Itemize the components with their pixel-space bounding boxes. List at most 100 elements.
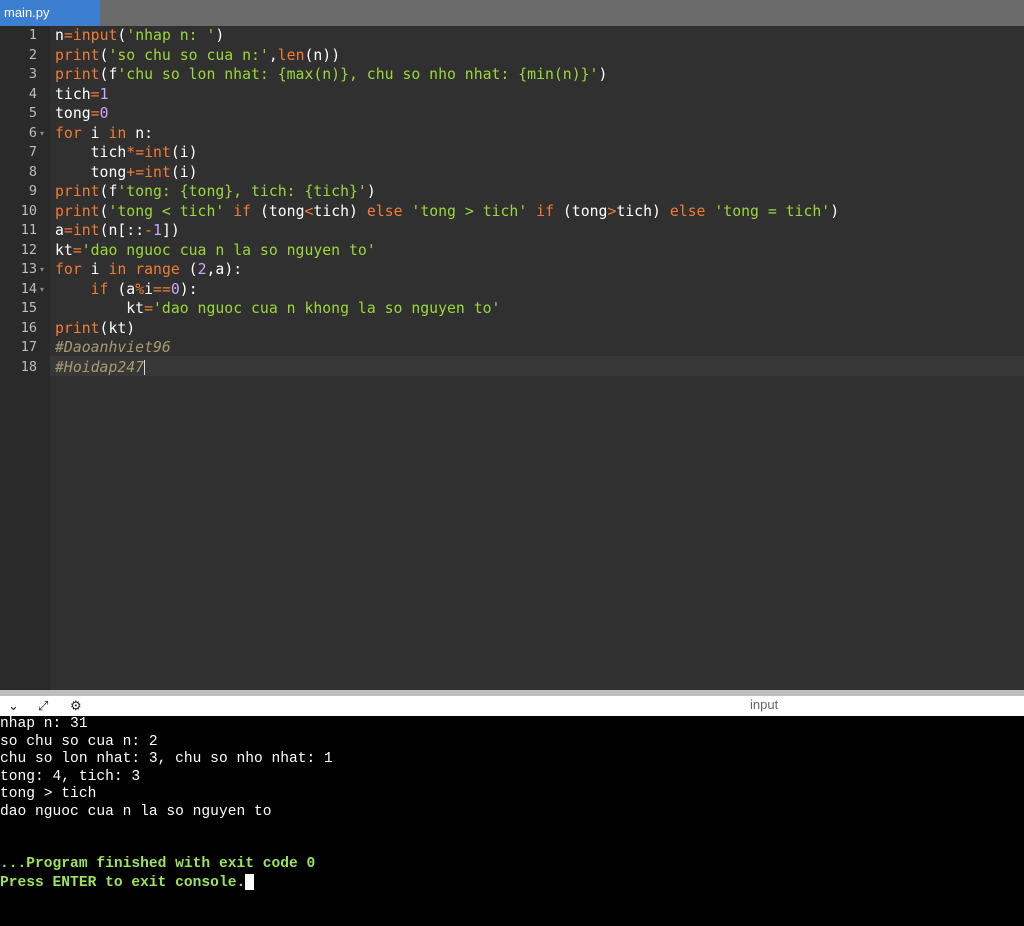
expand-icon[interactable]: ⤢ [38,698,48,714]
code-token: int [144,144,171,161]
line-number: 14 [20,280,37,297]
line-number: 12 [20,241,37,258]
code-token: print [55,319,100,337]
code-token: i [81,261,109,278]
code-token: ( [117,27,127,44]
code-token: 'tong > tich' [411,202,528,220]
code-line[interactable]: for i in range (2,a): [55,260,242,280]
code-token: = [90,85,100,103]
code-token: = [63,222,73,239]
line-number: 8 [28,163,37,180]
line-number: 17 [20,339,37,355]
code-line[interactable]: kt='dao nguoc cua n khong la so nguyen t… [55,299,500,319]
code-token: kt [55,300,145,317]
press-enter-line[interactable]: Press ENTER to exit console. [0,873,255,892]
code-token: if [536,202,554,220]
console-line: tong: 4, tich: 3 [0,768,141,785]
code-token: == [153,280,171,298]
line-number: 3 [28,66,37,82]
code-line[interactable]: tich*=int(i) [55,143,198,163]
line-number: 4 [28,85,37,102]
code-token: 'tong = tich' [714,202,831,220]
code-token: tich) [313,202,367,220]
code-token: if [233,202,252,220]
active-line-highlight [50,356,1024,376]
code-token: print [55,46,100,64]
code-token: (f [99,183,118,200]
line-number: 7 [28,144,37,160]
code-token: print [55,66,100,83]
code-token: else [669,202,706,220]
code-token: tich) [616,202,670,220]
line-number: 10 [20,202,37,219]
code-token: input [72,27,118,44]
code-token: 2 [197,261,207,278]
code-token: (i) [170,144,198,161]
code-token: #Daoanhviet96 [55,339,171,356]
code-line[interactable]: #Hoidap247 [55,358,146,378]
code-token: n: [126,124,154,142]
line-number: 5 [28,105,37,121]
fold-toggle-icon[interactable]: ▾ [40,280,44,300]
code-token: 'tong < tich' [108,202,225,220]
code-token: = [72,241,82,259]
code-token: for [55,124,82,142]
code-token: #Hoidap247 [55,358,145,376]
code-line[interactable]: print(kt) [55,319,135,339]
code-line[interactable]: print('tong < tich' if (tong<tich) else … [55,202,839,222]
code-token: range [135,261,180,278]
code-line[interactable]: tich=1 [55,85,108,105]
code-token: 0 [170,280,180,298]
text-cursor [144,360,146,375]
exit-status-line: ...Program finished with exit code 0 [0,856,316,872]
console-line: nhap n: 31 [0,716,88,732]
tab-main-py[interactable]: main.py [0,0,100,26]
code-token: tong [55,105,91,122]
line-number: 18 [20,358,37,375]
code-line[interactable]: if (a%i==0): [55,280,198,300]
console-output[interactable]: nhap n: 31 so chu so cua n: 2 chu so lon n… [0,716,1024,926]
code-token: (f [99,66,118,83]
code-token: a [55,222,64,239]
fold-toggle-icon[interactable]: ▾ [40,124,44,144]
settings-icon[interactable]: ⚙ [70,698,82,714]
code-token: 'tong: {tong}, tich: {tich}' [117,183,367,200]
fold-toggle-icon[interactable]: ▾ [40,260,44,280]
code-line[interactable]: n=input('nhap n: ') [55,26,224,46]
code-token: (a [108,280,136,298]
code-editor[interactable]: 1 2 3 4 5 6 ▾ 7 8 9 10 11 12 13 ▾ 14 ▾ 15 16 17 18 n=input('… [0,26,1024,690]
code-line[interactable]: tong+=int(i) [55,163,198,183]
code-line[interactable]: print(f'chu so lon nhat: {max(n)}, chu s… [55,65,607,85]
code-line[interactable]: print(f'tong: {tong}, tich: {tich}') [55,182,376,202]
code-token: tich [55,85,91,103]
output-panel-toolbar: ⌄ ⤢ ⚙ input [0,696,1024,716]
code-token: , [268,46,278,64]
chevron-down-icon[interactable]: ⌄ [8,698,19,714]
code-token: (kt) [99,319,136,337]
code-line[interactable]: print('so chu so cua n:',len(n)) [55,46,340,66]
code-token: (tong [251,202,305,220]
code-token: (i) [170,163,198,181]
code-token: = [63,27,73,44]
code-token: else [366,202,403,220]
code-token: ]) [161,222,180,239]
code-token: if [90,280,109,298]
code-token: i [81,124,109,142]
code-token: 0 [99,105,109,122]
code-line[interactable]: a=int(n[::-1]) [55,221,180,241]
code-line[interactable]: for i in n: [55,124,153,144]
code-token: int [144,163,171,181]
code-token: ) [215,27,225,44]
panel-title: input [750,697,779,712]
code-line[interactable]: kt='dao nguoc cua n la so nguyen to' [55,241,376,261]
code-token: = [144,300,154,317]
code-token: % [135,280,145,298]
code-line[interactable]: tong=0 [55,104,108,124]
code-token: *= [126,144,145,161]
code-line[interactable]: #Daoanhviet96 [55,338,171,358]
console-line: dao nguoc cua n la so nguyen to [0,803,272,820]
line-number: 2 [28,46,37,63]
code-token: ,a): [206,261,243,278]
